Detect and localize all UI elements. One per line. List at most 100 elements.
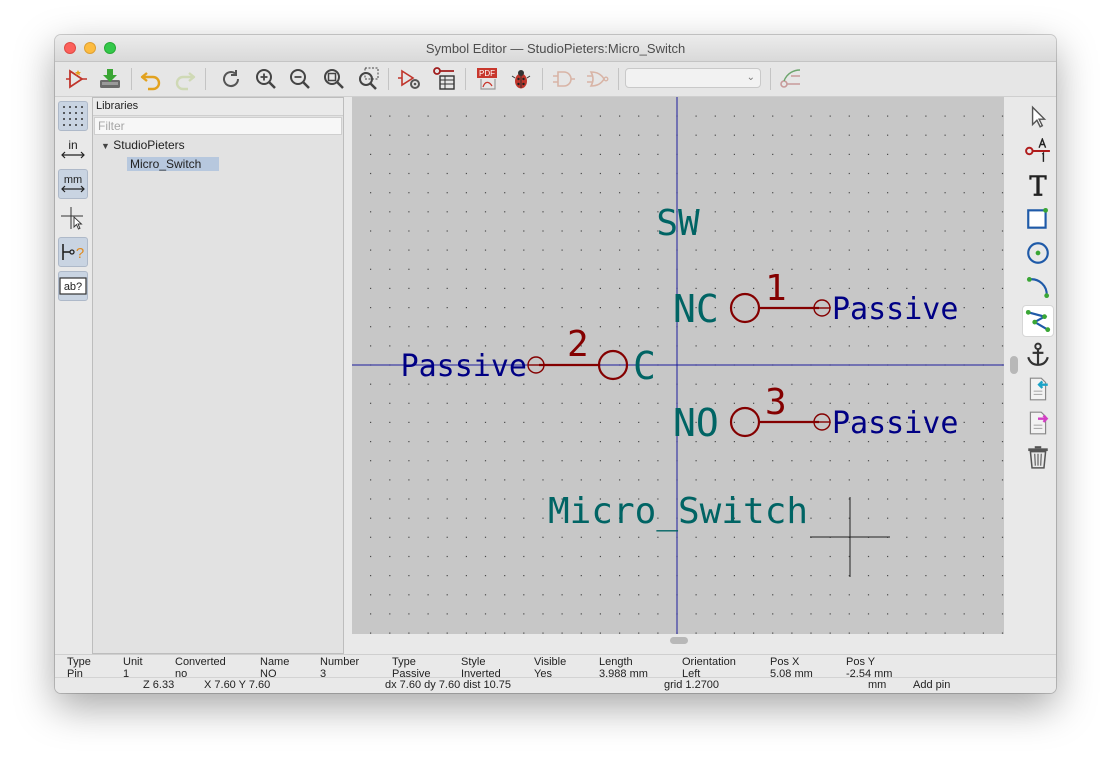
grid-dot bbox=[714, 594, 716, 596]
save-icon[interactable] bbox=[96, 65, 124, 93]
rectangle-tool-icon[interactable] bbox=[1022, 203, 1054, 235]
tree-item-symbol[interactable]: Micro_Switch bbox=[127, 157, 220, 171]
grid-dot bbox=[963, 307, 965, 309]
value-field[interactable]: Micro_Switch bbox=[548, 491, 808, 532]
grid-dot bbox=[561, 211, 563, 213]
delete-tool-icon[interactable] bbox=[1022, 441, 1054, 473]
new-symbol-icon[interactable] bbox=[63, 65, 91, 93]
grid-dot bbox=[906, 460, 908, 462]
grid-dot bbox=[791, 287, 793, 289]
grid-dot bbox=[772, 172, 774, 175]
grid-dot bbox=[848, 153, 850, 155]
text-tool-icon[interactable] bbox=[1022, 169, 1054, 201]
undo-icon[interactable] bbox=[137, 65, 165, 93]
grid-dot bbox=[657, 479, 659, 481]
grid-dot bbox=[389, 326, 391, 328]
arc-tool-icon[interactable] bbox=[1022, 271, 1054, 303]
show-pin-electrical-type-icon[interactable] bbox=[777, 65, 805, 93]
zoom-fit-icon[interactable] bbox=[320, 65, 348, 93]
grid-dot bbox=[791, 555, 793, 558]
grid-dot bbox=[791, 594, 793, 596]
zoom-out-icon[interactable] bbox=[286, 65, 314, 93]
export-pdf-icon[interactable]: PDF bbox=[473, 65, 501, 93]
refresh-icon[interactable] bbox=[217, 65, 245, 93]
check-symbol-icon[interactable] bbox=[507, 65, 535, 93]
library-filter-input[interactable] bbox=[94, 117, 342, 135]
grid-dot bbox=[484, 287, 487, 289]
unit-select[interactable]: ⌄ bbox=[625, 68, 761, 88]
grid-dot bbox=[599, 383, 601, 385]
grid-toggle-icon[interactable] bbox=[58, 101, 88, 131]
grid-dot bbox=[1001, 192, 1004, 194]
grid-dot bbox=[982, 536, 984, 538]
show-hidden-pins-button[interactable]: ? bbox=[58, 237, 88, 267]
zoom-in-icon[interactable] bbox=[252, 65, 280, 93]
grid-dot bbox=[906, 594, 908, 596]
demorgan-body-style-icon[interactable] bbox=[584, 65, 612, 93]
grid-dot bbox=[867, 249, 870, 251]
grid-dot bbox=[753, 115, 755, 117]
grid-dot bbox=[1001, 517, 1004, 519]
grid-dot bbox=[465, 575, 467, 577]
grid-dot bbox=[944, 575, 946, 577]
drawing-canvas[interactable]: SW NC 1 Passive C 2 Passive NO 3 Passive… bbox=[352, 97, 1004, 634]
grid-dot bbox=[963, 613, 965, 615]
select-tool-icon[interactable] bbox=[1022, 101, 1054, 133]
mm-units-button[interactable]: mm bbox=[58, 169, 88, 199]
grid-dot bbox=[867, 287, 870, 289]
grid-dot bbox=[982, 383, 984, 385]
redo-icon[interactable] bbox=[171, 65, 199, 93]
grid-dot bbox=[408, 230, 410, 232]
schematic-view[interactable]: SW NC 1 Passive C 2 Passive NO 3 Passive… bbox=[352, 97, 1004, 634]
vertical-scrollbar[interactable] bbox=[1010, 97, 1019, 634]
grid-dot bbox=[389, 594, 391, 596]
grid-dot bbox=[695, 345, 697, 347]
zoom-selection-icon[interactable] bbox=[354, 65, 382, 93]
grid-dot bbox=[619, 287, 621, 289]
grid-dot bbox=[657, 555, 659, 558]
import-icon[interactable] bbox=[1022, 373, 1054, 405]
grid-dot bbox=[963, 345, 965, 347]
show-hidden-fields-button[interactable]: ab? bbox=[58, 271, 88, 301]
grid-dot bbox=[810, 517, 812, 519]
vertical-scroll-thumb[interactable] bbox=[1010, 356, 1018, 374]
grid-dot bbox=[695, 383, 697, 385]
normal-body-style-icon[interactable] bbox=[550, 65, 578, 93]
grid-dot bbox=[465, 172, 467, 175]
pin-table-icon[interactable] bbox=[430, 65, 458, 93]
full-cursor-icon[interactable] bbox=[58, 203, 88, 233]
expand-triangle-icon[interactable]: ▼ bbox=[101, 141, 110, 151]
reference-field[interactable]: SW bbox=[656, 203, 700, 244]
grid-dot bbox=[580, 383, 582, 385]
grid-dot bbox=[638, 555, 640, 558]
grid-dot bbox=[772, 345, 774, 347]
circle-tool-icon[interactable] bbox=[1022, 237, 1054, 269]
grid-dot bbox=[848, 632, 850, 634]
grid-dot bbox=[867, 345, 870, 347]
grid-dot bbox=[580, 192, 582, 194]
grid-dot bbox=[829, 555, 831, 558]
grid-dot bbox=[906, 498, 908, 500]
pin-tool-icon[interactable] bbox=[1022, 135, 1054, 167]
grid-dot bbox=[925, 498, 927, 500]
anchor-tool-icon[interactable] bbox=[1022, 339, 1054, 371]
grid-dot bbox=[638, 115, 640, 117]
symbol-properties-icon[interactable] bbox=[396, 65, 424, 93]
grid-dot bbox=[370, 115, 372, 117]
grid-dot bbox=[561, 249, 563, 251]
grid-dot bbox=[810, 192, 812, 194]
grid-dot bbox=[867, 613, 870, 615]
polyline-tool-icon[interactable] bbox=[1022, 305, 1054, 337]
grid-dot bbox=[695, 249, 697, 251]
grid-dot bbox=[810, 345, 812, 347]
horizontal-scroll-thumb[interactable] bbox=[670, 637, 688, 644]
inch-units-button[interactable]: in bbox=[58, 135, 88, 165]
grid-dot bbox=[829, 249, 831, 251]
grid-dot bbox=[561, 326, 563, 328]
grid-dot bbox=[370, 632, 372, 634]
status-units: mm bbox=[868, 679, 887, 691]
grid-dot bbox=[944, 211, 946, 213]
export-icon[interactable] bbox=[1022, 407, 1054, 439]
pin-name: NC bbox=[673, 287, 719, 331]
tree-item-library[interactable]: ▼ StudioPieters bbox=[101, 138, 185, 152]
